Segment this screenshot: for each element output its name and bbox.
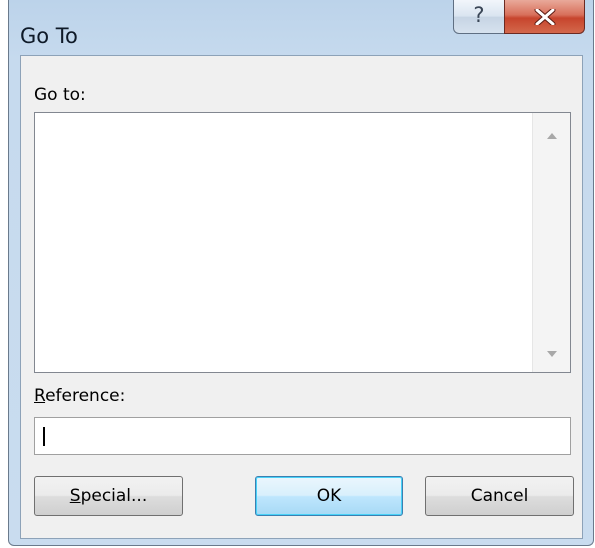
special-button-accesskey: S <box>69 486 81 506</box>
reference-input[interactable] <box>34 417 571 455</box>
close-button[interactable] <box>504 0 585 34</box>
cancel-button[interactable]: Cancel <box>425 476 574 516</box>
go-to-dialog: Go To ? Go to: Reference: Special... OK … <box>8 0 594 546</box>
scroll-down-arrow-icon[interactable] <box>547 351 557 357</box>
reference-label: Reference: <box>34 386 125 406</box>
text-caret <box>43 427 45 446</box>
special-button-label: pecial... <box>80 486 148 506</box>
title-bar[interactable]: Go To ? <box>9 0 593 54</box>
dialog-client-area: Go to: Reference: Special... OK Cancel <box>20 55 583 539</box>
reference-label-accesskey: R <box>34 386 46 406</box>
ok-button[interactable]: OK <box>255 476 403 516</box>
vertical-scrollbar[interactable] <box>532 113 570 372</box>
goto-listbox[interactable] <box>34 112 571 373</box>
help-question-icon: ? <box>473 3 485 27</box>
reference-label-text: eference: <box>45 386 126 406</box>
close-x-icon <box>534 8 555 25</box>
goto-label: Go to: <box>34 85 86 105</box>
special-button[interactable]: Special... <box>34 476 183 516</box>
help-button[interactable]: ? <box>453 0 505 34</box>
dialog-title: Go To <box>20 24 78 48</box>
scroll-up-arrow-icon[interactable] <box>547 133 557 139</box>
